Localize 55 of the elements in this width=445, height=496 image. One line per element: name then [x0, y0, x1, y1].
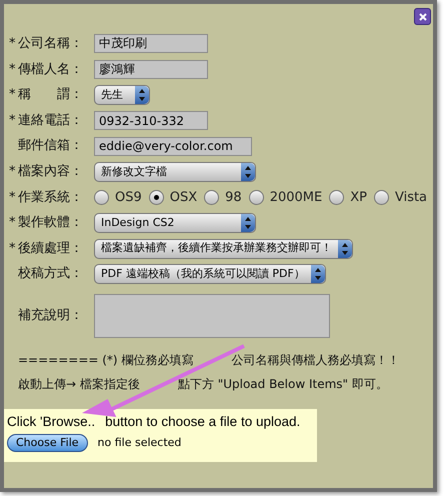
select-arrows-icon [241, 162, 255, 181]
radio-option[interactable]: 2000ME [248, 188, 322, 208]
field-label: 補充說明： [18, 307, 83, 326]
field-label: 製作軟體： [18, 214, 83, 232]
notice-text: 點下方 "Upload Below Items" 即可。 [178, 376, 388, 393]
field-label: 作業系統： [18, 188, 83, 207]
select-arrows-icon [241, 214, 255, 232]
dropdown[interactable]: 檔案遺缺補齊，後續作業按承辦業務交辦即可！ [94, 238, 353, 259]
field-label: 傳檔人名： [18, 60, 83, 79]
radio-option[interactable]: Vista [374, 188, 428, 208]
notes-field[interactable] [94, 294, 330, 338]
notice-text: 公司名稱與傳檔人務必填寫！！ [231, 352, 400, 369]
field-label: 公司名稱： [18, 35, 83, 54]
radio-button[interactable] [94, 190, 109, 205]
radio-button[interactable] [148, 190, 164, 205]
text-field[interactable]: 中茂印刷 [94, 34, 208, 54]
required-mark: * [9, 35, 16, 54]
radio-option[interactable]: 98 [204, 188, 242, 208]
field-label: 稱 謂： [18, 86, 83, 104]
field-label: 檔案內容： [18, 163, 83, 182]
field-label: 後續處理： [18, 240, 83, 258]
dropdown[interactable]: 先生 [94, 84, 150, 105]
required-mark: * [9, 86, 16, 104]
field-label: 連絡電話： [18, 112, 83, 130]
radio-button[interactable] [329, 190, 344, 205]
radio-option[interactable]: XP [329, 188, 367, 208]
select-arrows-icon [338, 240, 352, 258]
radio-button[interactable] [204, 190, 220, 205]
close-icon[interactable] [414, 8, 431, 25]
file-status: no file selected [98, 434, 182, 451]
upload-hint: Click 'Browse.. [7, 412, 96, 431]
dropdown[interactable]: 新修改文字檔 [94, 162, 256, 182]
required-mark: * [9, 112, 16, 130]
radio-option[interactable]: OS9 [94, 188, 142, 208]
required-mark: * [9, 240, 16, 258]
radio-button[interactable] [248, 190, 264, 205]
upload-hint: button to choose a file to upload. [105, 412, 300, 431]
text-field[interactable]: 0932-310-332 [94, 111, 208, 130]
notice-text: 啟動上傳→ 檔案指定後 [18, 376, 140, 393]
notice-text: ======== (*) 欄位務必填寫 [18, 352, 194, 369]
required-mark: * [9, 188, 16, 207]
dropdown[interactable]: PDF 遠端校稿（我的系統可以閱讀 PDF） [94, 264, 326, 284]
text-field[interactable]: 廖鴻輝 [94, 60, 208, 79]
required-mark: * [9, 163, 16, 182]
choose-file-button[interactable]: Choose File [7, 434, 88, 452]
field-label: 郵件信箱： [18, 137, 83, 156]
select-arrows-icon [135, 86, 149, 104]
text-field[interactable]: eddie@very-color.com [94, 136, 252, 156]
radio-option[interactable]: OSX [148, 188, 198, 208]
field-label: 校稿方式： [18, 265, 83, 284]
select-arrows-icon [310, 265, 325, 284]
radio-button[interactable] [374, 190, 389, 205]
required-mark: * [9, 60, 16, 79]
required-mark: * [9, 214, 16, 232]
dropdown[interactable]: InDesign CS2 [94, 212, 256, 233]
